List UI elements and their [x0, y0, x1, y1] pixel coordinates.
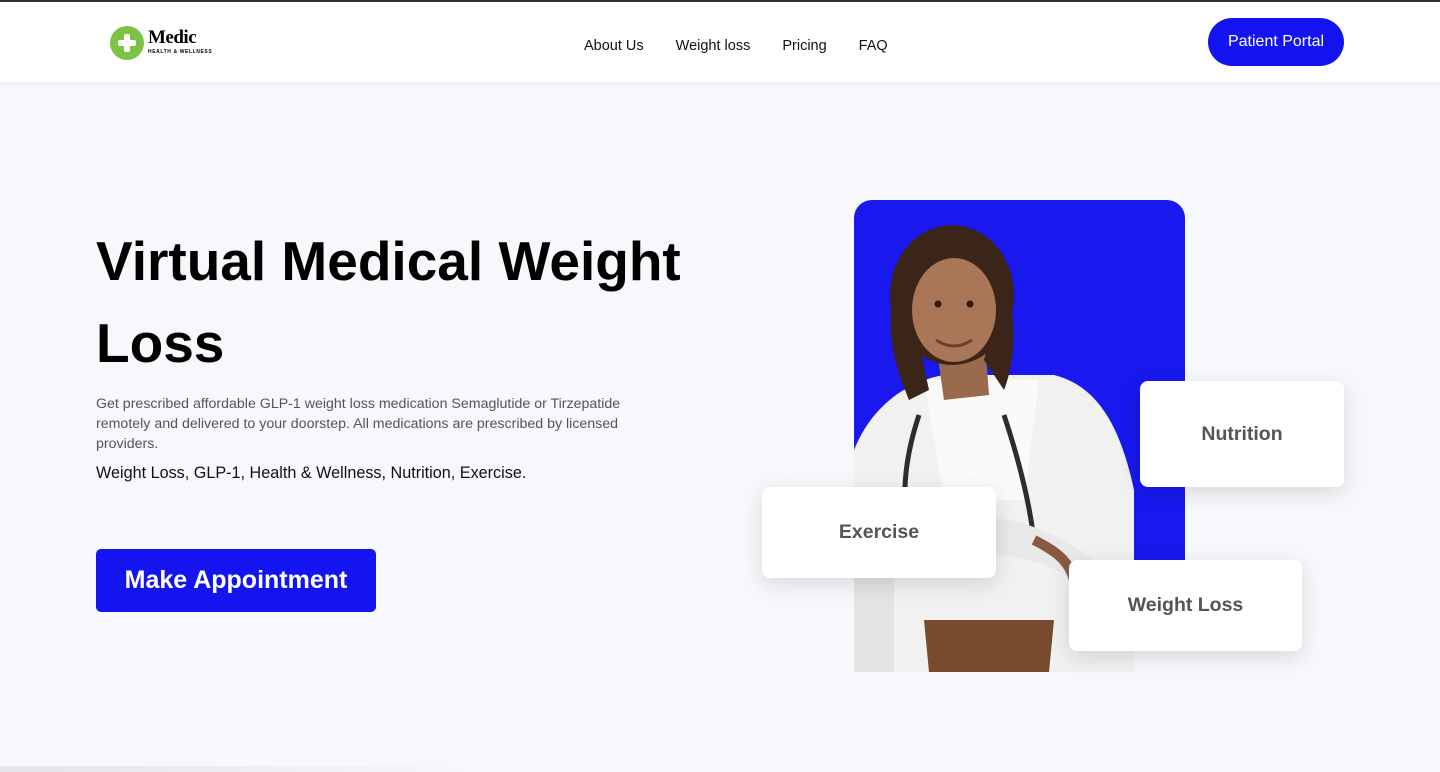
main-nav: About Us Weight loss Pricing FAQ [584, 38, 888, 54]
medical-cross-icon [110, 26, 144, 60]
patient-portal-button[interactable]: Patient Portal [1208, 18, 1344, 66]
exercise-card: Exercise [762, 487, 996, 578]
brand-name: Medic [148, 27, 197, 48]
section-divider [0, 766, 480, 772]
hero-tags: Weight Loss, GLP-1, Health & Wellness, N… [96, 464, 527, 482]
nav-item-pricing[interactable]: Pricing [782, 38, 826, 54]
hero-title: Virtual Medical Weight Loss [96, 230, 681, 374]
nav-item-weight-loss[interactable]: Weight loss [676, 38, 751, 54]
nav-item-faq[interactable]: FAQ [859, 38, 888, 54]
weight-loss-card: Weight Loss [1069, 560, 1302, 651]
site-header: Medic HEALTH & WELLNESS About Us Weight … [0, 2, 1440, 82]
nav-item-about-us[interactable]: About Us [584, 38, 644, 54]
hero-description: Get prescribed affordable GLP-1 weight l… [96, 396, 621, 452]
brand-logo[interactable]: Medic HEALTH & WELLNESS [110, 24, 220, 62]
brand-tagline: HEALTH & WELLNESS [148, 49, 213, 55]
make-appointment-button[interactable]: Make Appointment [96, 549, 376, 612]
nutrition-card: Nutrition [1140, 381, 1344, 487]
